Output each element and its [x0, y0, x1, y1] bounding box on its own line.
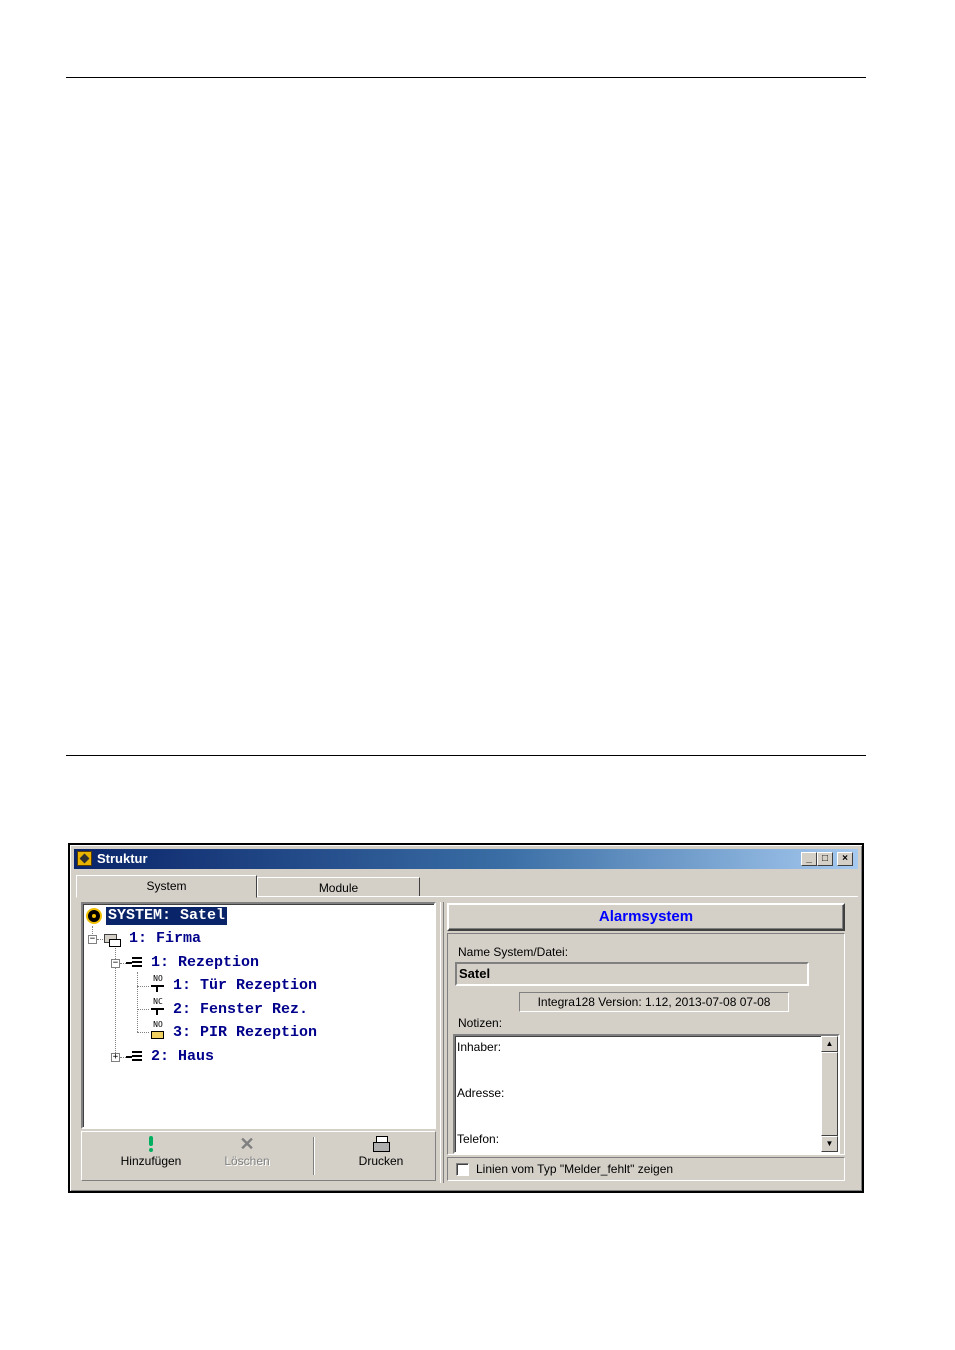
- struktur-window: Struktur _ □ × System Module SYSTEM: Sat…: [68, 843, 864, 1193]
- show-missing-label[interactable]: Linien vom Typ "Melder_fehlt" zeigen: [476, 1162, 673, 1176]
- name-label: Name System/Datei:: [458, 945, 569, 959]
- notes-textarea[interactable]: Inhaber: Adresse: Telefon: ▲ ▼: [453, 1034, 840, 1154]
- toolbar-separator: [313, 1137, 314, 1175]
- notes-line-phone: Telefon:: [457, 1132, 500, 1146]
- expand-toggle-haus[interactable]: +: [111, 1053, 120, 1062]
- panel-header: Alarmsystem: [447, 903, 845, 931]
- partition-icon: [126, 956, 144, 970]
- title-bar[interactable]: Struktur _ □ ×: [74, 849, 858, 869]
- zone-no-icon: NO: [149, 975, 167, 995]
- notes-line-address: Adresse:: [457, 1086, 505, 1100]
- minimize-button[interactable]: _: [801, 852, 817, 866]
- zone-pir-icon: NO: [149, 1021, 167, 1041]
- maximize-button[interactable]: □: [817, 852, 833, 866]
- tree-node-zone-2[interactable]: 2: Fenster Rez.: [173, 1001, 308, 1019]
- panel-splitter[interactable]: [440, 902, 444, 1183]
- collapse-toggle-rezeption[interactable]: −: [111, 959, 120, 968]
- app-icon: [77, 851, 92, 866]
- tree-node-system[interactable]: SYSTEM: Satel: [106, 907, 228, 925]
- scroll-up-icon[interactable]: ▲: [821, 1036, 838, 1052]
- show-missing-checkbox[interactable]: [456, 1163, 469, 1176]
- printer-icon: [372, 1136, 390, 1152]
- partition-icon: [126, 1050, 144, 1064]
- system-name-field[interactable]: Satel: [455, 962, 809, 986]
- add-label: Hinzufügen: [120, 1154, 182, 1168]
- notes-scrollbar[interactable]: ▲ ▼: [821, 1036, 838, 1152]
- delete-icon: ✕: [239, 1134, 255, 1154]
- notes-line-owner: Inhaber:: [457, 1040, 502, 1054]
- version-info: Integra128 Version: 1.12, 2013-07-08 07-…: [519, 992, 789, 1012]
- print-label: Drucken: [358, 1154, 404, 1168]
- add-button[interactable]: Hinzufügen: [106, 1136, 196, 1168]
- print-button[interactable]: Drucken: [336, 1136, 426, 1168]
- delete-button[interactable]: ✕ Löschen: [202, 1134, 292, 1168]
- close-button[interactable]: ×: [837, 852, 853, 866]
- scroll-thumb[interactable]: [821, 1052, 838, 1136]
- tab-module[interactable]: Module: [257, 877, 420, 897]
- window-title: Struktur: [97, 851, 148, 866]
- object-icon: [103, 931, 121, 947]
- tree-node-zone-3[interactable]: 3: PIR Rezeption: [173, 1024, 317, 1042]
- tree-node-firma[interactable]: 1: Firma: [129, 930, 201, 948]
- tree-node-rezeption[interactable]: 1: Rezeption: [151, 954, 259, 972]
- tree-node-haus[interactable]: 2: Haus: [151, 1048, 214, 1066]
- scroll-down-icon[interactable]: ▼: [821, 1136, 838, 1152]
- system-icon: [86, 908, 102, 924]
- tree-node-zone-1[interactable]: 1: Tür Rezeption: [173, 977, 317, 995]
- tab-divider: [257, 896, 858, 897]
- add-icon: [149, 1136, 153, 1152]
- section-rule: [66, 755, 866, 756]
- tree-toolbar: Hinzufügen ✕ Löschen Drucken: [81, 1131, 436, 1181]
- tab-system[interactable]: System: [76, 875, 257, 898]
- zone-nc-icon: NC: [149, 998, 167, 1018]
- system-details-panel: Name System/Datei: Satel Integra128 Vers…: [447, 933, 845, 1155]
- notes-label: Notizen:: [458, 1016, 503, 1030]
- missing-detector-option: Linien vom Typ "Melder_fehlt" zeigen: [447, 1157, 845, 1181]
- top-rule: [66, 77, 866, 78]
- structure-tree[interactable]: SYSTEM: Satel − 1: Firma − 1: Rezeption …: [81, 902, 436, 1129]
- delete-label: Löschen: [224, 1154, 270, 1168]
- collapse-toggle-firma[interactable]: −: [88, 935, 97, 944]
